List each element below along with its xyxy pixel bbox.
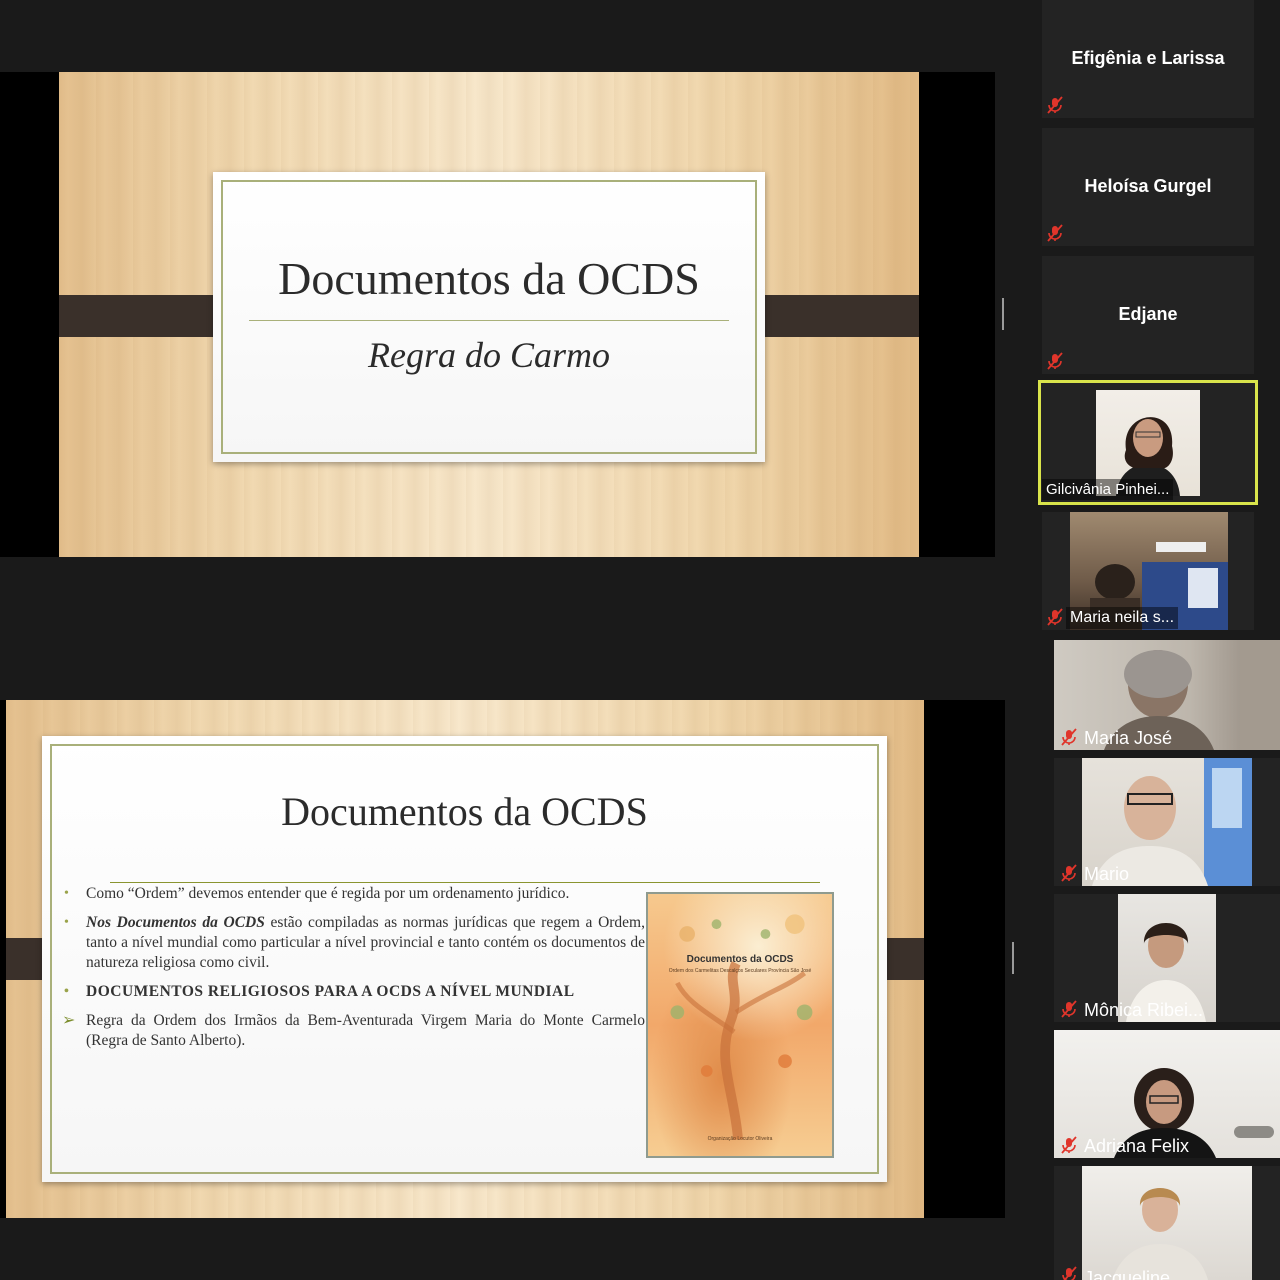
- slide-1-card: Documentos da OCDS Regra do Carmo: [213, 172, 765, 462]
- slide-2-divider: [110, 882, 820, 883]
- book-footer: Organização Locutor Oliveira: [707, 1136, 773, 1142]
- participant-tile[interactable]: Jacqueline...: [1054, 1166, 1280, 1280]
- bullet-item: • Nos Documentos da OCDS estão compilada…: [60, 913, 645, 973]
- participant-label: Mônica Ribei...: [1080, 998, 1207, 1022]
- participant-tile[interactable]: Maria neila s...: [1042, 512, 1254, 630]
- tree-illustration: [670, 914, 813, 1140]
- slide-1-divider: [249, 320, 729, 321]
- participant-name: Maria José: [1084, 727, 1173, 748]
- bullet-text: Regra da Ordem dos Irmãos da Bem-Aventur…: [86, 1012, 645, 1049]
- participant-name: Heloísa Gurgel: [1084, 176, 1212, 196]
- muted-mic-icon: [1047, 608, 1063, 626]
- shared-screen-1[interactable]: Documentos da OCDS Regra do Carmo: [0, 72, 995, 557]
- shared-screen-2[interactable]: Documentos da OCDS • Como “Ordem” devemo…: [0, 700, 1005, 1218]
- split-divider-1[interactable]: [1002, 298, 1004, 330]
- participant-label: Maria neila s...: [1066, 606, 1179, 630]
- participant-tile[interactable]: Efigênia e Larissa: [1042, 0, 1254, 118]
- participant-name: Mônica Ribei...: [1084, 999, 1204, 1020]
- muted-mic-icon: [1047, 224, 1063, 242]
- split-divider-2[interactable]: [1012, 942, 1014, 974]
- participant-name: Adriana Felix: [1084, 1135, 1190, 1156]
- muted-mic-icon: [1047, 352, 1063, 370]
- slide-2-card: Documentos da OCDS • Como “Ordem” devemo…: [42, 736, 887, 1182]
- book-subtitle: Ordem dos Carmelitas Descalços Seculares…: [668, 968, 812, 974]
- participant-name: Maria neila s...: [1066, 607, 1179, 629]
- bullet-text: Como “Ordem” devemos entender que é regi…: [86, 885, 570, 902]
- participant-video: [1082, 1166, 1252, 1280]
- book-title: Documentos da OCDS: [686, 954, 794, 965]
- muted-mic-icon: [1061, 864, 1077, 882]
- muted-mic-icon: [1061, 1000, 1077, 1018]
- participant-tile[interactable]: Heloísa Gurgel: [1042, 128, 1254, 246]
- participant-label: Jacqueline...: [1080, 1266, 1189, 1280]
- participant-tile[interactable]: Maria José: [1054, 640, 1280, 750]
- participant-name: Edjane: [1118, 304, 1178, 324]
- bullet-dot-icon: •: [64, 915, 69, 930]
- participant-tile[interactable]: Mario: [1054, 758, 1280, 886]
- participant-label: Mario: [1080, 862, 1133, 886]
- bullet-lead: Nos Documentos da OCDS: [86, 914, 265, 931]
- participant-name: Jacqueline...: [1084, 1267, 1186, 1280]
- slide-2-title: Documentos da OCDS: [281, 789, 648, 834]
- muted-mic-icon: [1047, 96, 1063, 114]
- slide-1-subtitle: Regra do Carmo: [368, 335, 610, 375]
- participant-label: Maria José: [1080, 726, 1176, 750]
- arrow-bullet-icon: ➢: [62, 1012, 76, 1029]
- slide-1-title: Documentos da OCDS: [278, 253, 700, 304]
- active-speaker-border: [1038, 380, 1258, 505]
- participant-name: Mario: [1084, 863, 1130, 884]
- bullet-dot-icon: •: [64, 886, 69, 901]
- participant-tile[interactable]: Mônica Ribei...: [1054, 894, 1280, 1022]
- participant-tile[interactable]: Adriana Felix: [1054, 1030, 1280, 1158]
- participant-tile-active[interactable]: Gilcivânia Pinhei...: [1038, 380, 1258, 505]
- bullet-item: • DOCUMENTOS RELIGIOSOS PARA A OCDS A NÍ…: [60, 982, 645, 1002]
- muted-mic-icon: [1061, 728, 1077, 746]
- slide-2-background: Documentos da OCDS • Como “Ordem” devemo…: [6, 700, 924, 1218]
- person-silhouette: [1112, 1188, 1208, 1280]
- slide-band-left: [59, 295, 231, 337]
- participant-name: Efigênia e Larissa: [1071, 48, 1225, 68]
- bullet-item: • Como “Ordem” devemos entender que é re…: [60, 884, 645, 904]
- book-cover-image: Documentos da OCDS Ordem dos Carmelitas …: [646, 892, 834, 1158]
- slide-2-bullets: • Como “Ordem” devemos entender que é re…: [60, 884, 645, 1060]
- bullet-text: DOCUMENTOS RELIGIOSOS PARA A OCDS A NÍVE…: [86, 983, 575, 1000]
- bullet-item: ➢ Regra da Ordem dos Irmãos da Bem-Avent…: [60, 1011, 645, 1051]
- participant-tile[interactable]: Edjane: [1042, 256, 1254, 374]
- muted-mic-icon: [1061, 1136, 1077, 1154]
- muted-mic-icon: [1062, 1266, 1077, 1280]
- bullet-dot-icon: •: [64, 984, 70, 999]
- participant-label: Adriana Felix: [1080, 1134, 1193, 1158]
- slide-1-card-frame: [221, 180, 757, 454]
- slide-1-background: Documentos da OCDS Regra do Carmo: [59, 72, 919, 557]
- slide-band-right: [747, 295, 919, 337]
